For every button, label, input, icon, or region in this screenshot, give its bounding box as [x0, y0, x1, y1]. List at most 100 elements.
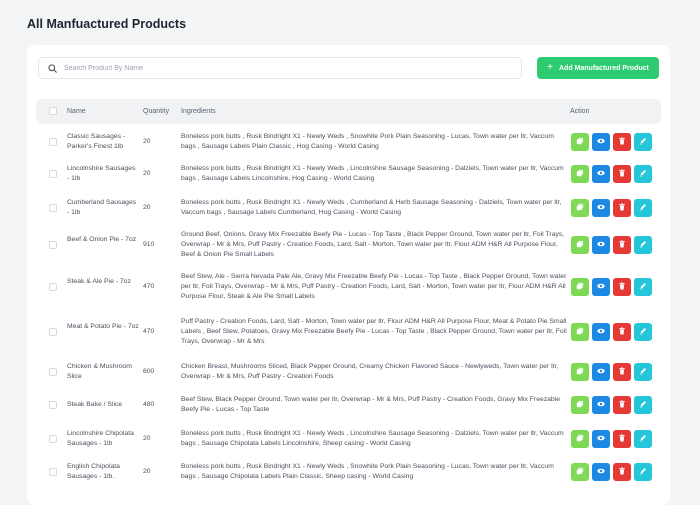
product-quantity: 20 [143, 169, 151, 177]
view-button[interactable] [592, 236, 610, 254]
view-button[interactable] [592, 395, 610, 414]
delete-button[interactable] [613, 322, 631, 341]
table-header: Name Quantity Ingredients Action [36, 99, 661, 124]
edit-button[interactable] [634, 236, 652, 254]
row-actions [571, 236, 652, 254]
edit-button[interactable] [634, 463, 652, 481]
delete-button[interactable] [613, 463, 631, 481]
add-manufactured-product-button[interactable]: + Add Manufactured Product [537, 57, 659, 79]
copy-icon [576, 282, 584, 292]
view-button[interactable] [592, 278, 610, 296]
copy-icon [576, 137, 584, 147]
view-button[interactable] [592, 164, 610, 183]
copy-icon [576, 467, 584, 477]
delete-button[interactable] [613, 362, 631, 381]
trash-icon [618, 366, 626, 377]
copy-button[interactable] [571, 395, 589, 414]
copy-icon [576, 240, 584, 250]
product-ingredients: Chicken Breast, Mushrooms Sliced, Black … [181, 362, 559, 380]
row-actions [571, 133, 652, 151]
product-ingredients: Boneless pork butts , Rusk Bindright X1 … [181, 164, 564, 182]
edit-button[interactable] [634, 198, 652, 217]
row-checkbox[interactable] [49, 400, 57, 409]
edit-button[interactable] [634, 133, 652, 151]
copy-button[interactable] [571, 164, 589, 183]
row-checkbox[interactable] [49, 169, 57, 178]
view-button[interactable] [592, 198, 610, 217]
copy-button[interactable] [571, 278, 589, 296]
view-button[interactable] [592, 322, 610, 341]
trash-icon [618, 399, 626, 410]
pencil-icon [639, 282, 647, 292]
view-button[interactable] [592, 463, 610, 481]
copy-button[interactable] [571, 429, 589, 448]
copy-button[interactable] [571, 362, 589, 381]
row-checkbox[interactable] [49, 468, 57, 476]
copy-button[interactable] [571, 236, 589, 254]
product-quantity: 20 [143, 203, 151, 211]
row-checkbox[interactable] [49, 327, 57, 336]
row-actions [571, 362, 652, 381]
row-checkbox[interactable] [49, 367, 57, 376]
view-button[interactable] [592, 429, 610, 448]
product-name: Classic Sausages - Parker's Finest 1lb [67, 133, 126, 150]
edit-button[interactable] [634, 322, 652, 341]
eye-icon [597, 282, 605, 292]
select-all-checkbox[interactable] [49, 107, 57, 115]
copy-button[interactable] [571, 463, 589, 481]
trash-icon [618, 467, 626, 477]
pencil-icon [639, 400, 647, 410]
product-ingredients: Boneless pork butts , Rusk Bindright X1 … [181, 429, 564, 447]
page-title: All Manfuactured Products [27, 17, 187, 31]
row-checkbox[interactable] [49, 241, 57, 249]
view-button[interactable] [592, 133, 610, 151]
copy-icon [576, 434, 584, 444]
product-quantity: 470 [143, 283, 155, 290]
edit-button[interactable] [634, 395, 652, 414]
row-actions [571, 322, 652, 341]
trash-icon [618, 240, 626, 250]
edit-button[interactable] [634, 362, 652, 381]
trash-icon [618, 282, 626, 292]
table-row: Chicken & Mushroom Slice 600 Chicken Breas… [36, 355, 661, 388]
copy-icon [576, 203, 584, 213]
copy-button[interactable] [571, 322, 589, 341]
search-box[interactable] [38, 57, 522, 79]
pencil-icon [639, 137, 647, 147]
row-checkbox[interactable] [49, 203, 57, 212]
view-button[interactable] [592, 362, 610, 381]
edit-button[interactable] [634, 164, 652, 183]
eye-icon [597, 400, 605, 410]
delete-button[interactable] [613, 395, 631, 414]
eye-icon [597, 203, 605, 213]
delete-button[interactable] [613, 133, 631, 151]
trash-icon [618, 202, 626, 213]
table-row: Steak & Ale Pie - 7oz 470 Beef Stew, Ale -… [36, 265, 661, 309]
product-name: Cumberland Sausages - 1lb [67, 198, 137, 216]
search-input[interactable] [64, 64, 504, 72]
edit-button[interactable] [634, 429, 652, 448]
row-checkbox[interactable] [49, 283, 57, 291]
trash-icon [618, 433, 626, 444]
product-ingredients: Boneless pork butts , Rusk Bindright X1 … [181, 463, 554, 480]
eye-icon [597, 327, 605, 337]
delete-button[interactable] [613, 278, 631, 296]
product-quantity: 20 [143, 434, 151, 442]
table-row: Steak Bake / Slice 480 Beef Stew, Black Pe… [36, 388, 661, 421]
edit-button[interactable] [634, 278, 652, 296]
copy-icon [576, 367, 584, 377]
delete-button[interactable] [613, 198, 631, 217]
row-checkbox[interactable] [49, 138, 57, 146]
row-checkbox[interactable] [49, 434, 57, 443]
delete-button[interactable] [613, 236, 631, 254]
copy-button[interactable] [571, 198, 589, 217]
pencil-icon [639, 327, 647, 337]
header-quantity: Quantity [143, 108, 170, 115]
product-quantity: 910 [143, 241, 155, 248]
product-ingredients: Boneless pork butts , Rusk Bindright X1 … [181, 133, 554, 150]
copy-button[interactable] [571, 133, 589, 151]
search-icon [48, 63, 57, 73]
delete-button[interactable] [613, 429, 631, 448]
product-ingredients: Ground Beef, Onions, Gravy Mix Freezable… [181, 231, 565, 258]
delete-button[interactable] [613, 164, 631, 183]
